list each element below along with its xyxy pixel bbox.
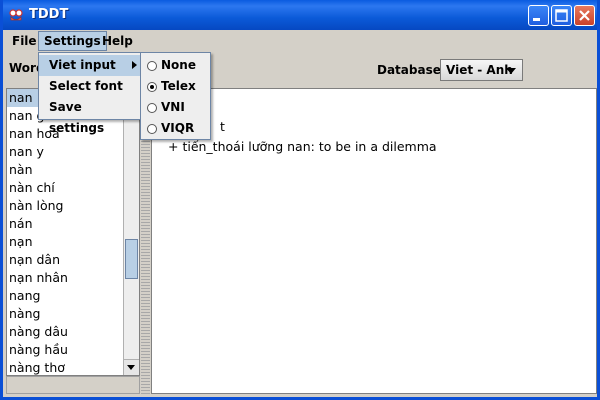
radio-icon — [147, 124, 157, 134]
minimize-icon — [533, 18, 540, 21]
database-label: Database: — [377, 63, 446, 77]
maximize-icon — [555, 9, 568, 22]
menu-item-label: Viet input — [49, 58, 116, 72]
list-item[interactable]: nàn chí — [7, 179, 139, 197]
viet-input-submenu: None Telex VNI VIQR — [140, 52, 211, 140]
window-title: TDDT — [29, 7, 69, 22]
menu-bar: File Settings Help — [3, 30, 597, 52]
menu-item-save-settings[interactable]: Save settings — [39, 97, 140, 135]
app-icon — [9, 9, 23, 21]
submenu-arrow-icon — [132, 61, 137, 69]
definition-pane: t + tiến_thoái lưỡng nan: to be in a dil… — [151, 88, 597, 394]
radio-selected-icon — [147, 82, 157, 92]
chevron-down-icon — [506, 68, 516, 74]
list-item[interactable]: nàng — [7, 305, 139, 323]
list-item[interactable]: nàn lòng — [7, 197, 139, 215]
radio-label: VNI — [161, 100, 185, 114]
radio-none[interactable]: None — [141, 55, 210, 76]
radio-label: Telex — [161, 79, 196, 93]
list-item[interactable]: nàng dâu — [7, 323, 139, 341]
radio-vni[interactable]: VNI — [141, 97, 210, 118]
list-item[interactable]: nàng hầu — [7, 341, 139, 359]
radio-label: None — [161, 58, 196, 72]
maximize-button[interactable] — [551, 5, 572, 26]
menu-item-viet-input[interactable]: Viet input — [39, 55, 140, 76]
database-select-value: Viet - Anh — [446, 63, 513, 77]
menu-item-label: Select font — [49, 79, 123, 93]
settings-dropdown: Viet input Select font Save settings — [38, 52, 141, 135]
menu-help[interactable]: Help — [97, 32, 138, 50]
arrow-down-icon — [127, 365, 135, 370]
entry-definition: + tiến_thoái lưỡng nan: to be in a dilem… — [168, 139, 437, 154]
radio-telex[interactable]: Telex — [141, 76, 210, 97]
minimize-button[interactable] — [528, 5, 549, 26]
scroll-down-button[interactable] — [124, 359, 139, 375]
radio-icon — [147, 103, 157, 113]
menu-item-label: Save settings — [49, 100, 105, 135]
list-item[interactable]: nạn nhân — [7, 269, 139, 287]
list-item[interactable]: nàn — [7, 161, 139, 179]
close-button[interactable] — [574, 5, 595, 26]
database-select[interactable]: Viet - Anh — [440, 59, 523, 81]
status-box — [6, 376, 140, 394]
radio-viqr[interactable]: VIQR — [141, 118, 210, 139]
scrollbar-thumb[interactable] — [125, 239, 138, 279]
app-window: TDDT File Settings Help Word Database: V… — [0, 0, 600, 400]
menu-item-select-font[interactable]: Select font — [39, 76, 140, 97]
list-item[interactable]: nạn dân — [7, 251, 139, 269]
list-item[interactable]: nạn — [7, 233, 139, 251]
list-item[interactable]: nan y — [7, 143, 139, 161]
list-item[interactable]: nang — [7, 287, 139, 305]
radio-label: VIQR — [161, 121, 195, 135]
menu-file[interactable]: File — [7, 32, 42, 50]
word-list-scrollbar[interactable] — [123, 89, 139, 375]
title-bar[interactable]: TDDT — [3, 0, 597, 30]
close-icon — [579, 10, 590, 21]
list-item[interactable]: nàng thơ — [7, 359, 139, 375]
radio-icon — [147, 61, 157, 71]
list-item[interactable]: nán — [7, 215, 139, 233]
entry-word: t — [220, 119, 225, 134]
